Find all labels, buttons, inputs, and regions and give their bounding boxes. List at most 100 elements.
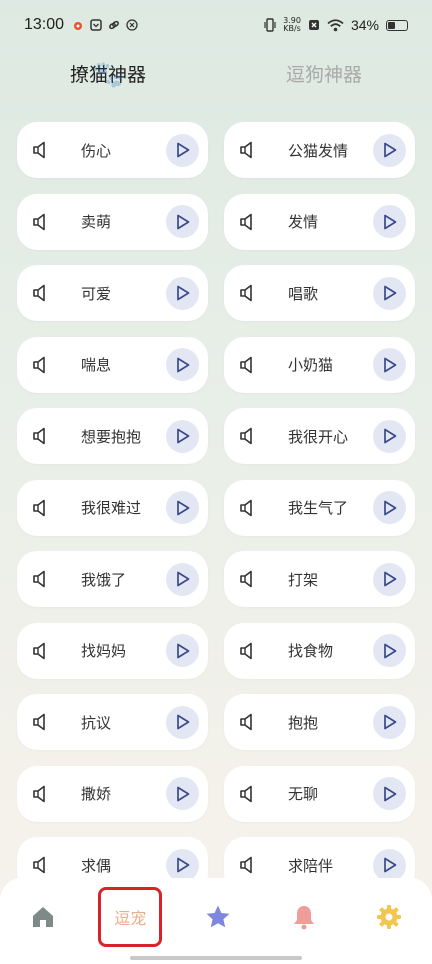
sound-label: 求偶	[81, 856, 112, 875]
link-icon	[109, 20, 120, 30]
sound-label: 可爱	[81, 284, 112, 303]
sound-card[interactable]: 抗议	[17, 694, 208, 750]
play-button[interactable]	[373, 491, 406, 524]
play-button[interactable]	[166, 205, 199, 238]
status-bar: 13:00 3.90 KB/s 34%	[0, 0, 432, 50]
play-button[interactable]	[373, 133, 406, 167]
play-icon	[176, 428, 189, 444]
sound-label: 小奶猫	[288, 356, 334, 374]
tab-cat-label: 撩猫神器	[69, 63, 146, 86]
nav-favorites[interactable]	[188, 889, 248, 945]
sound-card[interactable]: 我很难过	[17, 479, 208, 536]
play-button[interactable]	[166, 419, 199, 453]
play-icon	[176, 285, 189, 301]
home-indicator	[130, 956, 302, 960]
play-icon	[383, 357, 396, 372]
sound-label: 打架	[288, 570, 319, 589]
play-icon	[383, 500, 396, 515]
play-button[interactable]	[373, 348, 406, 381]
sound-card[interactable]: 抱抱	[224, 694, 415, 750]
play-button[interactable]	[373, 205, 406, 238]
speaker-icon	[240, 856, 252, 874]
sound-label: 找妈妈	[81, 642, 127, 660]
sound-card[interactable]: 打架	[224, 551, 415, 607]
sound-card[interactable]: 喘息	[17, 336, 208, 393]
play-button[interactable]	[373, 705, 406, 739]
speaker-icon	[33, 427, 45, 445]
speaker-icon	[240, 642, 252, 659]
sound-label: 我生气了	[288, 499, 349, 517]
tab-cat[interactable]: 🐾 撩猫神器	[0, 60, 216, 90]
sound-card[interactable]: 找妈妈	[17, 622, 208, 679]
sound-label: 我很难过	[81, 499, 142, 517]
tab-dog[interactable]: 逗狗神器	[216, 60, 432, 87]
speaker-icon	[33, 499, 45, 516]
play-button[interactable]	[373, 276, 406, 310]
speaker-icon	[33, 141, 45, 159]
game-notification-icon	[126, 19, 138, 31]
play-icon	[383, 571, 396, 587]
sound-card[interactable]: 我很开心	[224, 408, 415, 464]
speaker-icon	[240, 356, 252, 373]
speaker-icon	[240, 713, 252, 731]
sound-card[interactable]: 伤心	[17, 122, 208, 178]
play-icon	[383, 714, 396, 730]
play-icon	[176, 643, 189, 658]
no-sim-icon	[308, 20, 319, 30]
sound-card[interactable]: 我饿了	[17, 551, 208, 607]
sound-card[interactable]: 公猫发情	[224, 122, 415, 178]
battery-icon	[386, 19, 408, 31]
sound-card[interactable]: 我生气了	[224, 479, 415, 536]
sound-label: 抱抱	[288, 713, 319, 732]
play-icon	[176, 571, 189, 587]
play-button[interactable]	[373, 562, 406, 596]
nav-notifications[interactable]	[274, 889, 334, 945]
sound-card[interactable]: 发情	[224, 193, 415, 250]
play-icon	[176, 714, 189, 730]
sound-label: 撒娇	[81, 785, 112, 803]
sound-grid: 伤心 公猫发情卖萌 发情可爱 唱歌 喘息 小奶猫想要抱抱 我很开心我很难过 我生气了我饿了 打架…	[17, 122, 415, 893]
nav-tease-pet[interactable]: 逗宠	[98, 887, 163, 947]
sound-card[interactable]: 卖萌	[17, 193, 208, 250]
sound-label: 我很开心	[288, 427, 349, 446]
speaker-icon	[33, 713, 45, 731]
play-button[interactable]	[166, 348, 199, 381]
play-icon	[176, 786, 189, 801]
play-button[interactable]	[373, 634, 406, 667]
speaker-icon	[33, 570, 45, 588]
play-button[interactable]	[166, 848, 199, 882]
play-icon	[176, 357, 189, 372]
speaker-icon	[240, 284, 252, 302]
sound-label: 卖萌	[81, 213, 112, 231]
sound-card[interactable]: 可爱	[17, 265, 208, 321]
bell-icon	[293, 906, 314, 930]
play-button[interactable]	[166, 491, 199, 524]
notification-icons	[72, 19, 138, 31]
play-button[interactable]	[166, 562, 199, 596]
sound-label: 发情	[288, 213, 319, 231]
play-button[interactable]	[373, 848, 406, 882]
sound-label: 公猫发情	[288, 141, 349, 160]
play-button[interactable]	[166, 276, 199, 310]
sound-card[interactable]: 撒娇	[17, 765, 208, 822]
nav-tease-pet-label: 逗宠	[114, 909, 147, 928]
sound-label: 抗议	[81, 713, 112, 732]
play-button[interactable]	[373, 777, 406, 810]
play-button[interactable]	[166, 133, 199, 167]
sound-card[interactable]: 找食物	[224, 622, 415, 679]
play-button[interactable]	[166, 705, 199, 739]
play-icon	[383, 857, 396, 873]
sound-label: 想要抱抱	[81, 427, 142, 446]
status-right: 3.90 KB/s 34%	[264, 17, 408, 33]
speaker-icon	[33, 785, 45, 802]
play-button[interactable]	[166, 777, 199, 810]
nav-home[interactable]	[13, 889, 73, 945]
play-button[interactable]	[166, 634, 199, 667]
wifi-icon	[327, 18, 344, 31]
sound-card[interactable]: 无聊	[224, 765, 415, 822]
sound-card[interactable]: 想要抱抱	[17, 408, 208, 464]
sound-card[interactable]: 唱歌	[224, 265, 415, 321]
nav-settings[interactable]	[359, 889, 419, 945]
play-button[interactable]	[373, 419, 406, 453]
sound-card[interactable]: 小奶猫	[224, 336, 415, 393]
